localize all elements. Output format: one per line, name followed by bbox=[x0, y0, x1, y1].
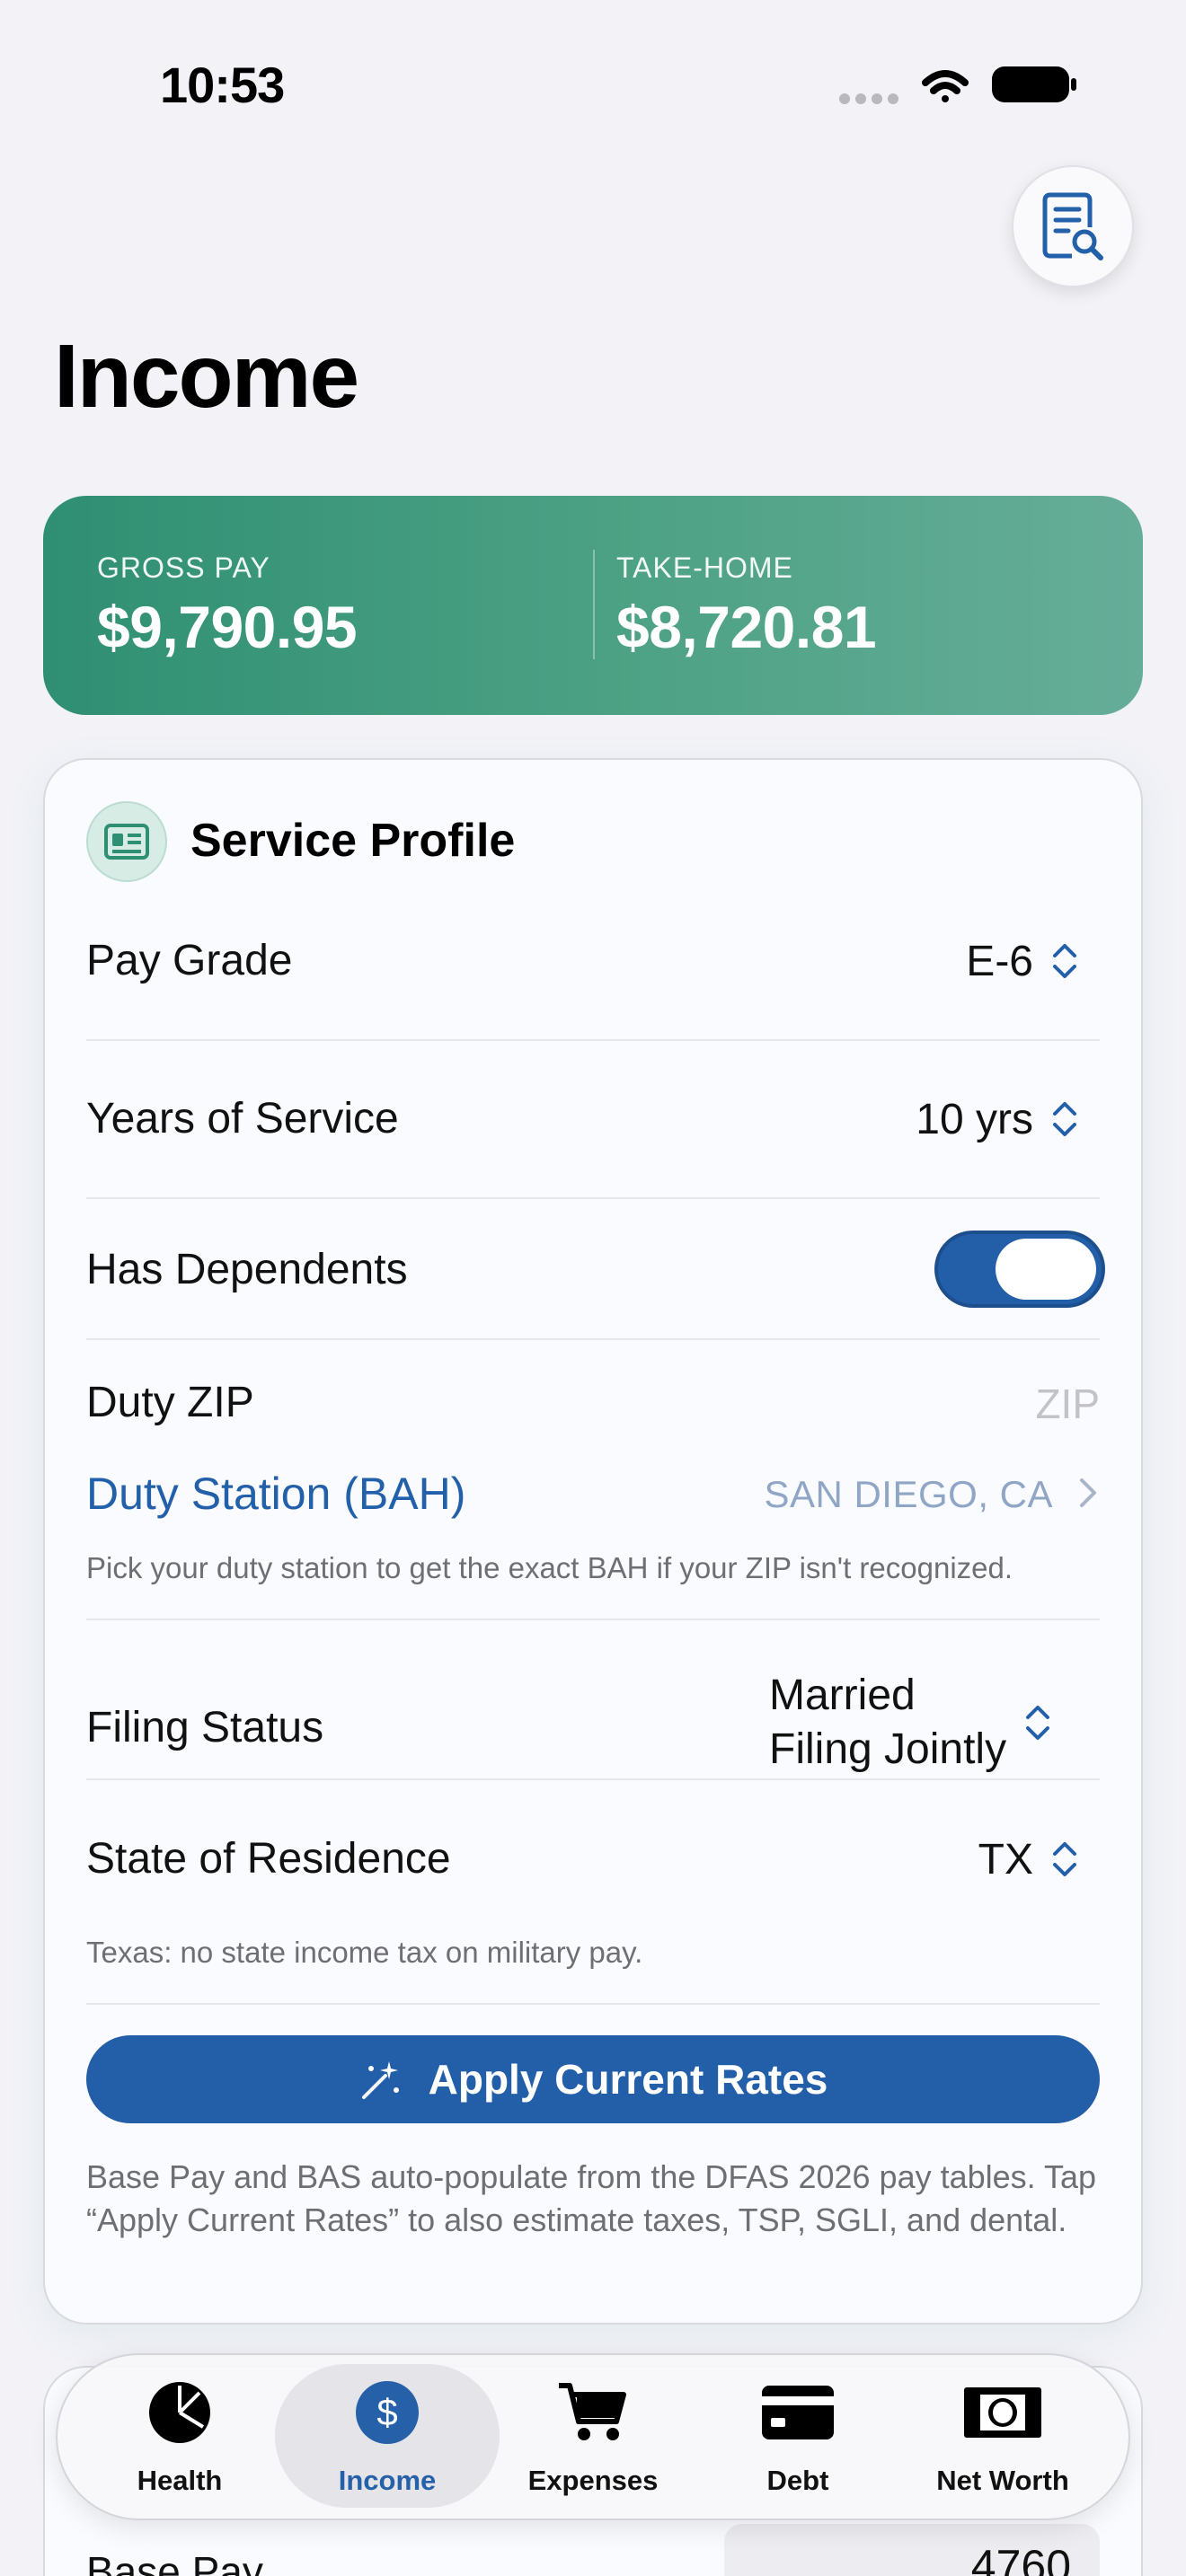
id-card-icon bbox=[104, 824, 149, 860]
profile-footer-note: Base Pay and BAS auto-populate from the … bbox=[86, 2158, 1097, 2238]
filing-status-picker[interactable]: Married Filing Jointly bbox=[769, 1669, 1051, 1777]
tab-label: Debt bbox=[766, 2465, 829, 2496]
apply-button-label: Apply Current Rates bbox=[428, 2056, 828, 2103]
state-note: Texas: no state income tax on military p… bbox=[86, 1936, 643, 1969]
cart-icon bbox=[559, 2383, 626, 2440]
pay-summary-card: GROSS PAY $9,790.95 TAKE-HOME $8,720.81 bbox=[43, 496, 1143, 715]
base-pay-value[interactable]: 4760 bbox=[971, 2540, 1071, 2576]
tab-net-worth[interactable]: Net Worth bbox=[904, 2380, 1102, 2497]
filing-status-label: Filing Status bbox=[86, 1704, 324, 1751]
duty-station-value[interactable]: SAN DIEGO, CA bbox=[764, 1473, 1053, 1516]
pay-grade-value: E-6 bbox=[966, 937, 1033, 985]
pay-grade-label: Pay Grade bbox=[86, 937, 293, 984]
chevron-right-icon bbox=[1080, 1478, 1096, 1507]
take-home-value: $8,720.81 bbox=[616, 594, 877, 660]
row-divider bbox=[86, 1338, 1100, 1340]
gross-pay-value: $9,790.95 bbox=[97, 594, 358, 660]
duty-station-link[interactable]: Duty Station (BAH) bbox=[86, 1468, 465, 1520]
duty-zip-label: Duty ZIP bbox=[86, 1379, 254, 1426]
wifi-icon bbox=[922, 70, 969, 102]
dollar-circle-icon: $ bbox=[356, 2381, 419, 2444]
report-button[interactable] bbox=[1012, 165, 1134, 287]
toggle-knob bbox=[996, 1239, 1096, 1300]
apply-current-rates-button[interactable]: Apply Current Rates bbox=[86, 2035, 1100, 2123]
document-search-icon bbox=[1042, 192, 1103, 260]
has-dependents-toggle[interactable] bbox=[934, 1231, 1105, 1308]
status-time: 10:53 bbox=[160, 57, 285, 113]
tab-label: Income bbox=[338, 2465, 437, 2496]
svg-text:$: $ bbox=[376, 2391, 397, 2433]
summary-divider bbox=[593, 550, 595, 659]
duty-zip-input[interactable]: ZIP bbox=[1035, 1380, 1100, 1428]
tab-label: Health bbox=[137, 2465, 223, 2496]
banknote-icon bbox=[964, 2387, 1041, 2438]
chevron-up-down-icon bbox=[1026, 1706, 1050, 1740]
state-of-residence-label: State of Residence bbox=[86, 1835, 451, 1883]
page-title: Income bbox=[54, 326, 359, 427]
service-profile-icon-badge bbox=[86, 801, 167, 882]
has-dependents-label: Has Dependents bbox=[86, 1246, 408, 1293]
take-home-label: TAKE-HOME bbox=[616, 551, 793, 584]
magic-wand-icon bbox=[361, 2061, 399, 2099]
state-of-residence-value: TX bbox=[978, 1835, 1033, 1883]
row-divider bbox=[86, 2003, 1100, 2005]
base-pay-label: Base Pay bbox=[86, 2548, 263, 2576]
years-of-service-value: 10 yrs bbox=[916, 1095, 1033, 1143]
state-of-residence-picker[interactable]: TX bbox=[978, 1822, 1078, 1897]
row-divider bbox=[86, 1619, 1100, 1620]
tab-debt[interactable]: Debt bbox=[699, 2380, 897, 2497]
filing-status-line2: Filing Jointly bbox=[769, 1725, 1007, 1773]
tab-health[interactable]: Health bbox=[81, 2380, 279, 2497]
duty-station-note: Pick your duty station to get the exact … bbox=[86, 1551, 1013, 1584]
tab-income[interactable]: $ Income bbox=[288, 2380, 486, 2497]
status-indicators bbox=[836, 63, 1078, 108]
row-divider bbox=[86, 1039, 1100, 1041]
years-of-service-label: Years of Service bbox=[86, 1095, 399, 1142]
years-of-service-picker[interactable]: 10 yrs bbox=[916, 1081, 1078, 1157]
filing-status-value: Married Filing Jointly bbox=[769, 1669, 1006, 1777]
row-divider bbox=[86, 1197, 1100, 1199]
chevron-up-down-icon bbox=[1053, 944, 1076, 978]
service-profile-title: Service Profile bbox=[190, 815, 516, 867]
credit-card-icon bbox=[762, 2386, 834, 2439]
chevron-up-down-icon bbox=[1053, 1102, 1076, 1136]
pie-chart-icon bbox=[149, 2382, 210, 2443]
cellular-signal-icon bbox=[839, 93, 898, 104]
tab-label: Expenses bbox=[527, 2465, 659, 2496]
tab-expenses[interactable]: Expenses bbox=[494, 2380, 692, 2497]
row-divider bbox=[86, 1778, 1100, 1780]
pay-grade-picker[interactable]: E-6 bbox=[966, 923, 1078, 999]
battery-icon bbox=[992, 66, 1076, 102]
tab-label: Net Worth bbox=[936, 2465, 1069, 2496]
chevron-up-down-icon bbox=[1053, 1842, 1076, 1876]
gross-pay-label: GROSS PAY bbox=[97, 551, 270, 584]
filing-status-line1: Married bbox=[769, 1672, 916, 1719]
